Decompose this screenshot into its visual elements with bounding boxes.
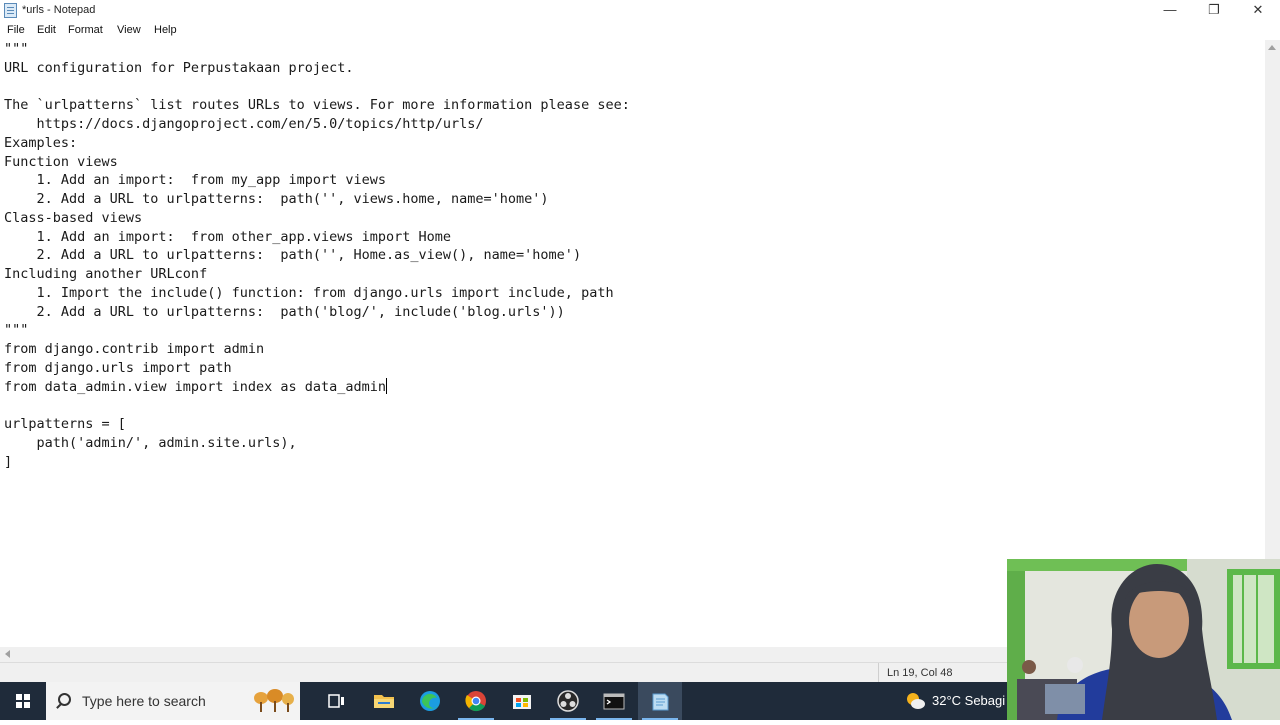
weather-text[interactable]: 32°C Sebagi [932,693,1005,708]
code-line[interactable]: path('admin/', admin.site.urls), [4,435,297,451]
menu-help[interactable]: Help [154,24,177,36]
code-line[interactable]: 2. Add a URL to urlpatterns: path('blog/… [4,304,565,320]
scroll-up-icon[interactable] [1268,45,1276,50]
code-line[interactable]: 1. Add an import: from other_app.views i… [4,229,452,245]
code-line[interactable]: 2. Add a URL to urlpatterns: path('', vi… [4,191,549,207]
restore-button[interactable]: ❐ [1192,0,1236,22]
title-bar: *urls - Notepad — ❐ ✕ [0,0,1280,22]
windows-start-icon[interactable] [0,682,46,720]
menu-view[interactable]: View [117,24,141,36]
file-explorer-icon[interactable] [362,682,406,720]
code-line[interactable]: from django.contrib import admin [4,341,264,357]
code-line[interactable]: https://docs.djangoproject.com/en/5.0/to… [4,116,484,132]
code-line[interactable]: """ [4,322,28,338]
code-line[interactable]: Examples: [4,135,77,151]
editor-content[interactable]: """ URL configuration for Perpustakaan p… [0,40,1265,471]
webcam-person-image [1007,559,1280,720]
taskbar-search-box[interactable]: Type here to search [46,682,300,720]
code-line[interactable]: 1. Import the include() function: from d… [4,285,614,301]
menu-edit[interactable]: Edit [37,24,56,36]
search-icon [58,693,71,706]
code-line[interactable]: Including another URLconf [4,266,207,282]
vertical-scrollbar[interactable] [1265,40,1280,647]
code-line[interactable]: from data_admin.view import index as dat… [4,379,386,395]
code-line[interactable]: 1. Add an import: from my_app import vie… [4,172,387,188]
store-icon[interactable] [500,682,544,720]
code-line[interactable]: Class-based views [4,210,142,226]
window-title: *urls - Notepad [22,4,96,16]
obs-icon[interactable] [546,682,590,720]
code-line[interactable]: Function views [4,154,118,170]
notepad-icon[interactable] [638,682,682,720]
menu-bar: File Edit Format View Help [0,22,1280,40]
scroll-left-icon[interactable] [5,650,10,658]
weather-icon[interactable] [904,691,926,711]
notepad-app-icon [4,3,17,18]
text-editor[interactable]: """ URL configuration for Perpustakaan p… [0,40,1265,647]
code-line[interactable]: URL configuration for Perpustakaan proje… [4,60,354,76]
menu-file[interactable]: File [7,24,25,36]
code-line[interactable]: 2. Add a URL to urlpatterns: path('', Ho… [4,247,582,263]
edge-icon[interactable] [408,682,452,720]
code-line[interactable]: from django.urls import path [4,360,232,376]
code-line[interactable]: The `urlpatterns` list routes URLs to vi… [4,97,630,113]
webcam-overlay [1007,559,1280,720]
code-line[interactable]: urlpatterns = [ [4,416,126,432]
code-line[interactable]: """ [4,41,28,57]
text-caret [386,377,388,394]
chrome-icon[interactable] [454,682,498,720]
cursor-position: Ln 19, Col 48 [878,663,952,683]
terminal-icon[interactable] [592,682,636,720]
minimize-button[interactable]: — [1148,0,1192,22]
close-button[interactable]: ✕ [1236,0,1280,22]
search-placeholder: Type here to search [82,693,206,709]
menu-format[interactable]: Format [68,24,103,36]
task-view-icon[interactable] [314,682,358,720]
search-highlight-trees-icon [254,689,294,712]
code-line[interactable]: ] [4,454,12,470]
